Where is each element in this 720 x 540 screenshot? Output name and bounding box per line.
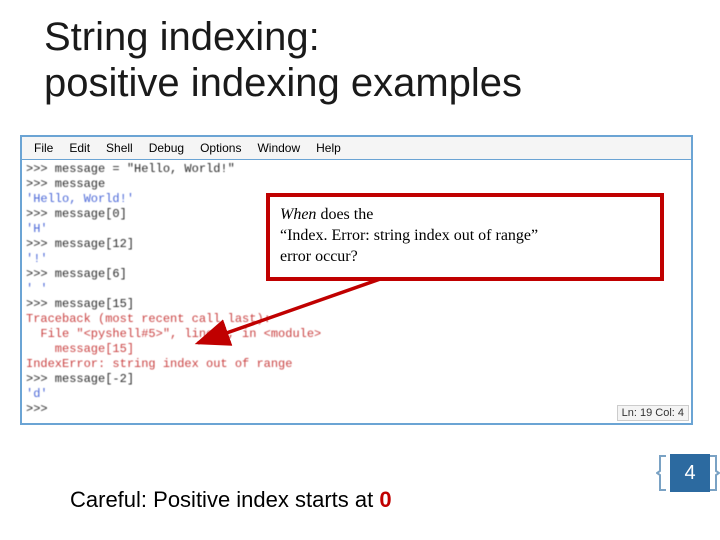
shell-line: >>> message	[26, 177, 105, 191]
shell-line: message[15]	[26, 342, 134, 356]
shell-line: 'H'	[26, 222, 48, 236]
shell-line: '!'	[26, 252, 48, 266]
callout-does-the: does the	[320, 206, 373, 223]
slide-title: String indexing: positive indexing examp…	[0, 0, 720, 114]
shell-statusbar: Ln: 19 Col: 4	[617, 405, 689, 421]
menu-shell[interactable]: Shell	[98, 139, 141, 157]
callout-box: When does the “Index. Error: string inde…	[266, 193, 664, 281]
menu-options[interactable]: Options	[192, 139, 249, 157]
shell-line: IndexError: string index out of range	[26, 357, 292, 371]
title-line-1: String indexing:	[44, 15, 320, 59]
footer-text: Careful: Positive index starts at	[70, 487, 379, 512]
menu-file[interactable]: File	[26, 139, 61, 157]
shell-line: >>> message = "Hello, World!"	[26, 162, 235, 176]
shell-line: ' '	[26, 282, 48, 296]
shell-line: >>> message[12]	[26, 237, 134, 251]
shell-line: File "<pyshell#5>", line 1, in <module>	[26, 327, 321, 341]
title-line-2: positive indexing examples	[44, 61, 522, 105]
page-bracket-left-icon	[656, 454, 668, 492]
shell-line: >>>	[26, 402, 55, 416]
menu-help[interactable]: Help	[308, 139, 349, 157]
shell-line: Traceback (most recent call last):	[26, 312, 271, 326]
callout-line-2: “Index. Error: string index out of range…	[280, 226, 650, 247]
shell-line: >>> message[-2]	[26, 372, 134, 386]
callout-line-1: When does the	[280, 205, 650, 226]
menu-debug[interactable]: Debug	[141, 139, 192, 157]
footer-zero: 0	[379, 487, 391, 512]
page-bracket-right-icon	[708, 454, 720, 492]
menu-window[interactable]: Window	[249, 139, 308, 157]
page-number: 4	[670, 454, 710, 492]
callout-line-3: error occur?	[280, 247, 650, 268]
shell-menubar: File Edit Shell Debug Options Window Hel…	[22, 137, 691, 160]
shell-line: >>> message[0]	[26, 207, 127, 221]
menu-edit[interactable]: Edit	[61, 139, 98, 157]
shell-line: >>> message[15]	[26, 297, 134, 311]
callout-when: When	[280, 206, 320, 223]
shell-line: >>> message[6]	[26, 267, 127, 281]
shell-line: 'Hello, World!'	[26, 192, 134, 206]
shell-line: 'd'	[26, 387, 48, 401]
footer-caption: Careful: Positive index starts at 0	[70, 487, 392, 513]
